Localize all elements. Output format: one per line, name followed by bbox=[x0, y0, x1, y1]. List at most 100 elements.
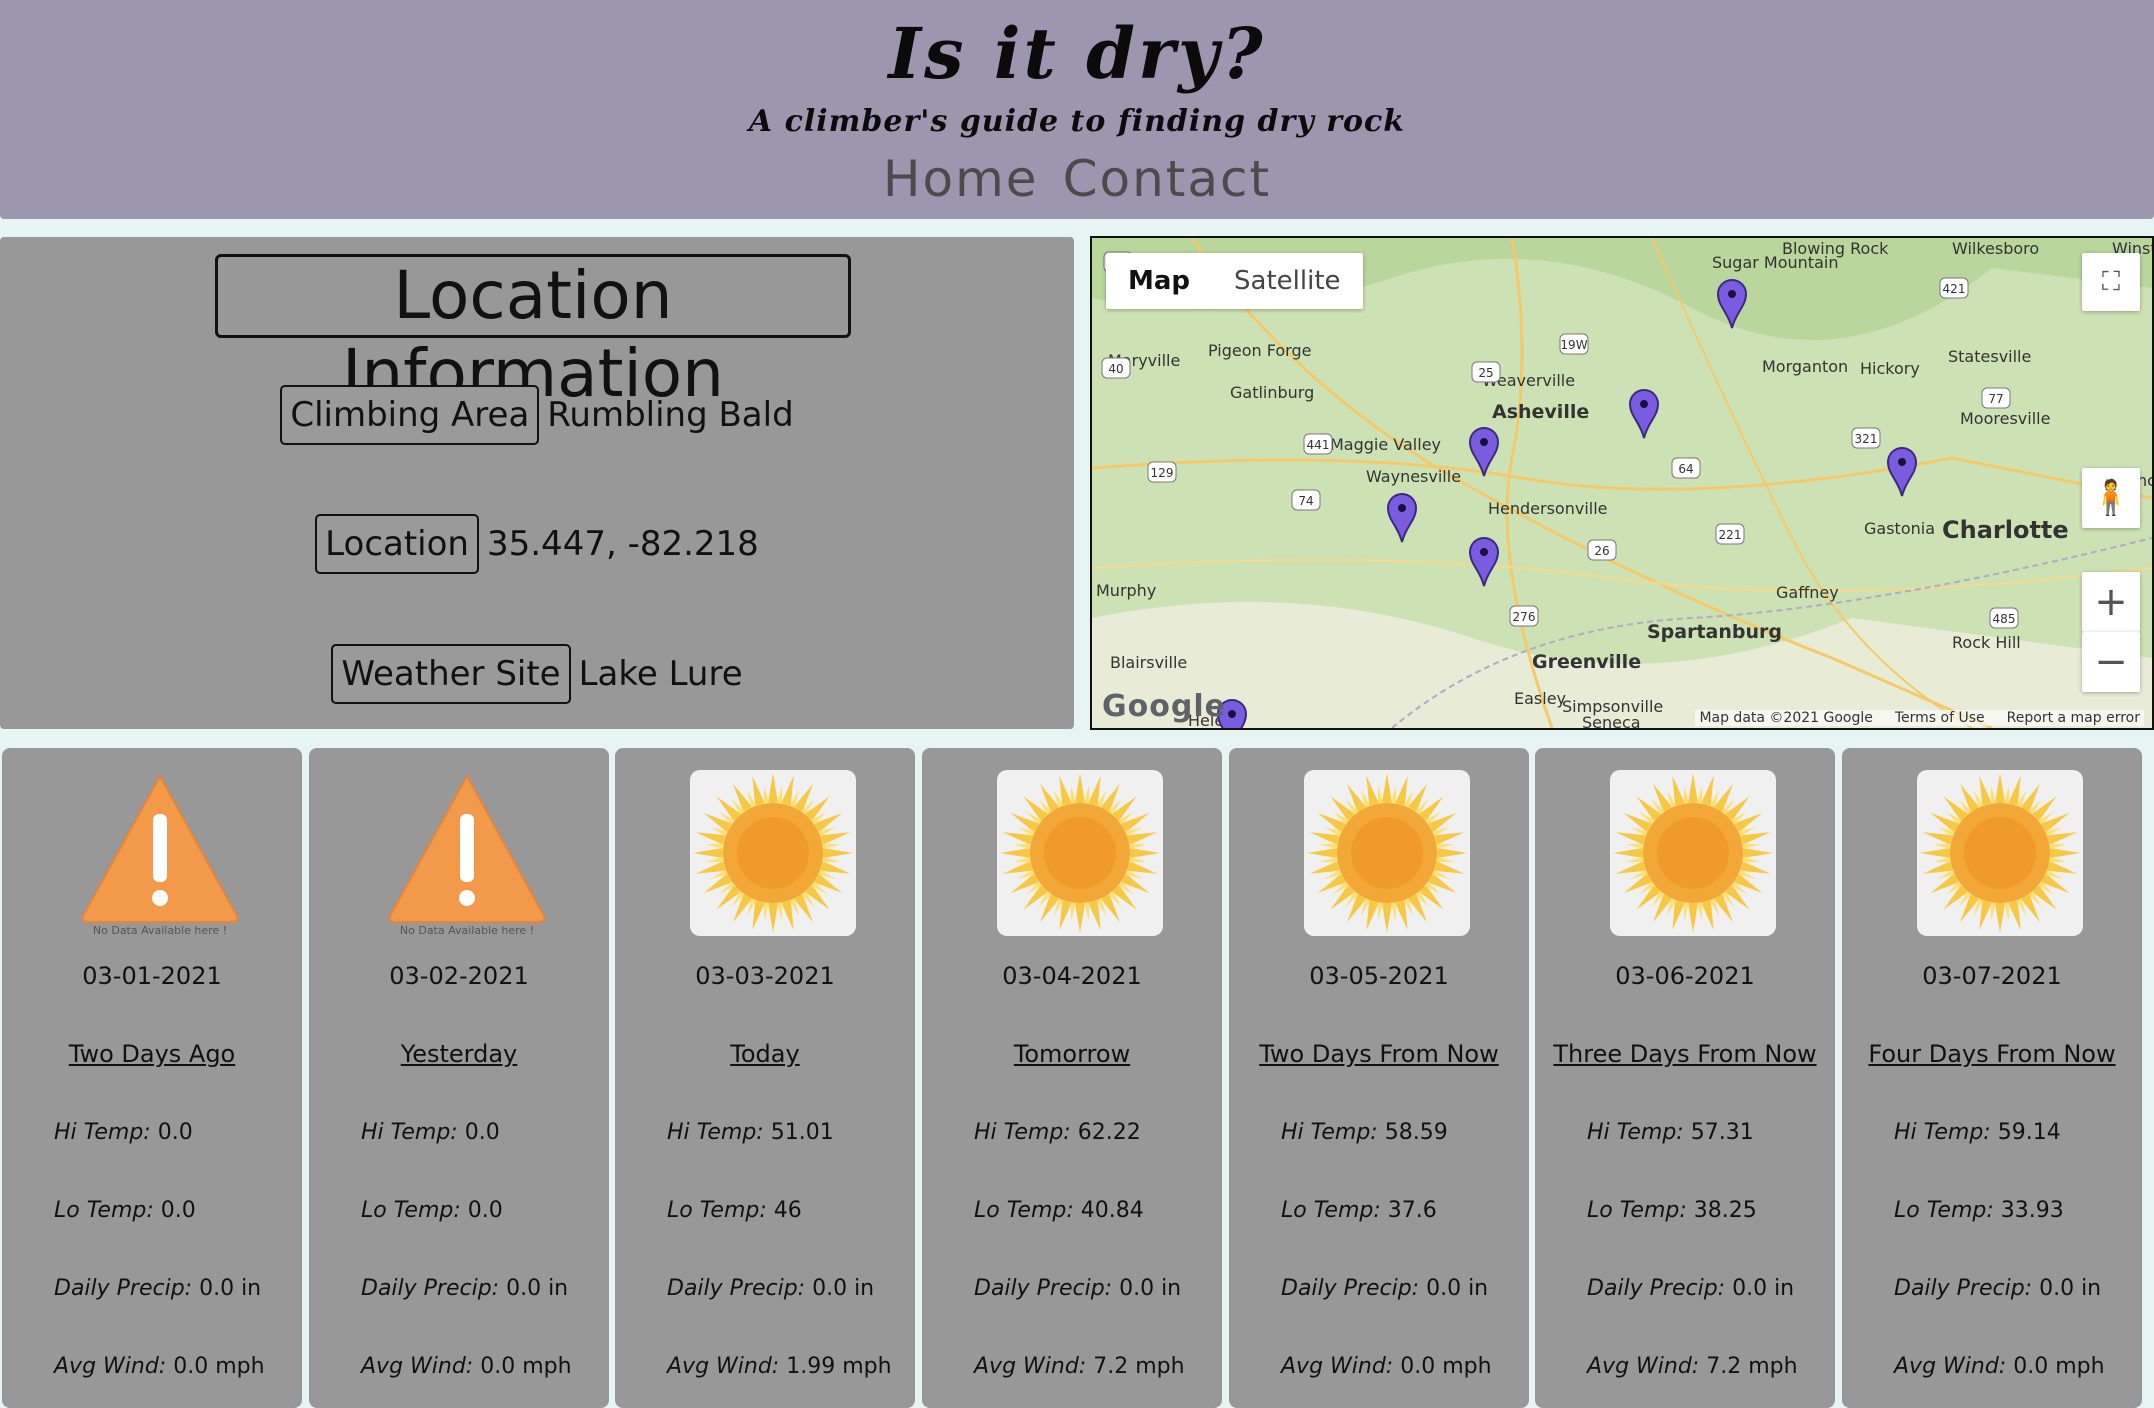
sun-icon bbox=[1304, 770, 1470, 936]
location-value: 35.447, -82.218 bbox=[486, 524, 759, 564]
nav-home-link[interactable]: Home bbox=[883, 150, 1039, 208]
avg-wind: Avg Wind: 7.2 mph bbox=[1587, 1354, 1798, 1379]
lo-temp: Lo Temp: 0.0 bbox=[361, 1198, 503, 1223]
map-type-toggle: Map Satellite bbox=[1106, 253, 1363, 309]
route-shield-label: 441 bbox=[1307, 438, 1330, 452]
map-place-label: Murphy bbox=[1096, 581, 1156, 600]
avg-wind-value: 0.0 mph bbox=[480, 1354, 572, 1379]
location-label: Location bbox=[315, 514, 479, 574]
daily-precip-label: Daily Precip: bbox=[1894, 1276, 2033, 1301]
daily-precip-value: 0.0 in bbox=[1732, 1276, 1795, 1301]
map-place-label: Morganton bbox=[1762, 357, 1848, 376]
daily-precip: Daily Precip: 0.0 in bbox=[1281, 1276, 1488, 1301]
forecast-day-label[interactable]: Three Days From Now bbox=[1553, 1040, 1816, 1068]
forecast-day-label[interactable]: Four Days From Now bbox=[1868, 1040, 2115, 1068]
hi-temp: Hi Temp: 57.31 bbox=[1587, 1120, 1754, 1145]
daily-precip: Daily Precip: 0.0 in bbox=[361, 1276, 568, 1301]
route-shield-label: 129 bbox=[1151, 466, 1174, 480]
route-shield-label: 74 bbox=[1298, 494, 1313, 508]
forecast-day-label[interactable]: Yesterday bbox=[401, 1040, 518, 1068]
avg-wind-label: Avg Wind: bbox=[361, 1354, 474, 1379]
forecast-date: 03-02-2021 bbox=[389, 962, 529, 990]
avg-wind-label: Avg Wind: bbox=[667, 1354, 780, 1379]
forecast-day-link[interactable]: Three Days From Now bbox=[1535, 1040, 1835, 1068]
forecast-day-label[interactable]: Two Days Ago bbox=[69, 1040, 236, 1068]
hi-temp-value: 58.59 bbox=[1384, 1120, 1448, 1145]
forecast-day-link[interactable]: Yesterday bbox=[309, 1040, 609, 1068]
pegman-icon[interactable]: 🧍 bbox=[2082, 468, 2140, 528]
nav-contact-link[interactable]: Contact bbox=[1063, 150, 1272, 208]
lo-temp-value: 46 bbox=[773, 1198, 802, 1223]
forecast-day-label[interactable]: Tomorrow bbox=[1014, 1040, 1130, 1068]
weather-site-label: Weather Site bbox=[331, 644, 571, 704]
map-canvas[interactable]: Blowing RockWilkesboroWinstoSugar Mounta… bbox=[1092, 238, 2152, 728]
route-shield-label: 25 bbox=[1478, 366, 1493, 380]
daily-precip-label: Daily Precip: bbox=[974, 1276, 1113, 1301]
forecast-day-link[interactable]: Four Days From Now bbox=[1842, 1040, 2142, 1068]
forecast-day-link[interactable]: Two Days Ago bbox=[2, 1040, 302, 1068]
sun-icon bbox=[997, 770, 1163, 936]
daily-precip: Daily Precip: 0.0 in bbox=[54, 1276, 261, 1301]
avg-wind: Avg Wind: 0.0 mph bbox=[361, 1354, 572, 1379]
map-data-credit: Map data ©2021 Google bbox=[1699, 710, 1873, 726]
avg-wind: Avg Wind: 7.2 mph bbox=[974, 1354, 1185, 1379]
lo-temp-label: Lo Temp: bbox=[974, 1198, 1074, 1223]
lo-temp-label: Lo Temp: bbox=[667, 1198, 767, 1223]
forecast-date: 03-04-2021 bbox=[1002, 962, 1142, 990]
map-type-satellite-button[interactable]: Satellite bbox=[1212, 253, 1363, 309]
forecast-day-link[interactable]: Tomorrow bbox=[922, 1040, 1222, 1068]
map-report-link[interactable]: Report a map error bbox=[2007, 710, 2140, 726]
hi-temp: Hi Temp: 59.14 bbox=[1894, 1120, 2061, 1145]
avg-wind-value: 7.2 mph bbox=[1706, 1354, 1798, 1379]
avg-wind-value: 0.0 mph bbox=[2013, 1354, 2105, 1379]
zoom-in-button[interactable]: + bbox=[2082, 572, 2140, 632]
forecast-day-label[interactable]: Two Days From Now bbox=[1259, 1040, 1499, 1068]
avg-wind-label: Avg Wind: bbox=[1587, 1354, 1700, 1379]
daily-precip-label: Daily Precip: bbox=[54, 1276, 193, 1301]
route-shield-label: 19W bbox=[1560, 338, 1587, 352]
map-place-label: Asheville bbox=[1492, 401, 1589, 423]
forecast-day-link[interactable]: Today bbox=[615, 1040, 915, 1068]
hi-temp-value: 0.0 bbox=[157, 1120, 193, 1145]
avg-wind-label: Avg Wind: bbox=[1281, 1354, 1394, 1379]
route-shield-label: 485 bbox=[1993, 612, 2016, 626]
map-widget[interactable]: Blowing RockWilkesboroWinstoSugar Mounta… bbox=[1090, 236, 2154, 730]
warning-icon: No Data Available here ! bbox=[384, 770, 550, 936]
lo-temp-label: Lo Temp: bbox=[361, 1198, 461, 1223]
zoom-out-button[interactable]: − bbox=[2082, 632, 2140, 692]
route-shield-label: 321 bbox=[1855, 432, 1878, 446]
map-attribution: Map data ©2021 Google Terms of Use Repor… bbox=[1695, 710, 2144, 726]
hi-temp: Hi Temp: 0.0 bbox=[54, 1120, 193, 1145]
forecast-card: 03-04-2021 Tomorrow Hi Temp: 62.22 Lo Te… bbox=[922, 748, 1222, 1408]
route-shield-label: 276 bbox=[1513, 610, 1536, 624]
daily-precip-value: 0.0 in bbox=[1119, 1276, 1182, 1301]
forecast-day-label[interactable]: Today bbox=[730, 1040, 799, 1068]
daily-precip-value: 0.0 in bbox=[1426, 1276, 1489, 1301]
lo-temp-label: Lo Temp: bbox=[1281, 1198, 1381, 1223]
forecast-day-link[interactable]: Two Days From Now bbox=[1229, 1040, 1529, 1068]
svg-text:No Data Available here !: No Data Available here ! bbox=[93, 924, 227, 936]
map-place-label: Easley bbox=[1514, 689, 1566, 708]
sun-icon bbox=[1917, 770, 2083, 936]
forecast-row: No Data Available here ! 03-01-2021 Two … bbox=[0, 748, 2154, 1408]
warning-icon: No Data Available here ! bbox=[77, 770, 243, 936]
map-place-label: Statesville bbox=[1948, 347, 2031, 366]
daily-precip: Daily Precip: 0.0 in bbox=[1587, 1276, 1794, 1301]
avg-wind-label: Avg Wind: bbox=[974, 1354, 1087, 1379]
hi-temp-value: 59.14 bbox=[1997, 1120, 2061, 1145]
route-shield-label: 64 bbox=[1678, 462, 1693, 476]
climbing-area-row: Climbing Area Rumbling Bald bbox=[0, 385, 1074, 445]
daily-precip-label: Daily Precip: bbox=[1587, 1276, 1726, 1301]
forecast-card: 03-06-2021 Three Days From Now Hi Temp: … bbox=[1535, 748, 1835, 1408]
map-type-map-button[interactable]: Map bbox=[1106, 253, 1212, 309]
forecast-card: No Data Available here ! 03-02-2021 Yest… bbox=[309, 748, 609, 1408]
map-terms-link[interactable]: Terms of Use bbox=[1895, 710, 1985, 726]
hi-temp: Hi Temp: 0.0 bbox=[361, 1120, 500, 1145]
sun-icon bbox=[690, 770, 856, 936]
forecast-date: 03-03-2021 bbox=[695, 962, 835, 990]
map-place-label: Hendersonville bbox=[1488, 499, 1608, 518]
avg-wind: Avg Wind: 1.99 mph bbox=[667, 1354, 892, 1379]
fullscreen-icon[interactable]: ⛶ bbox=[2082, 253, 2140, 311]
lo-temp: Lo Temp: 0.0 bbox=[54, 1198, 196, 1223]
route-shield-label: 421 bbox=[1943, 282, 1966, 296]
